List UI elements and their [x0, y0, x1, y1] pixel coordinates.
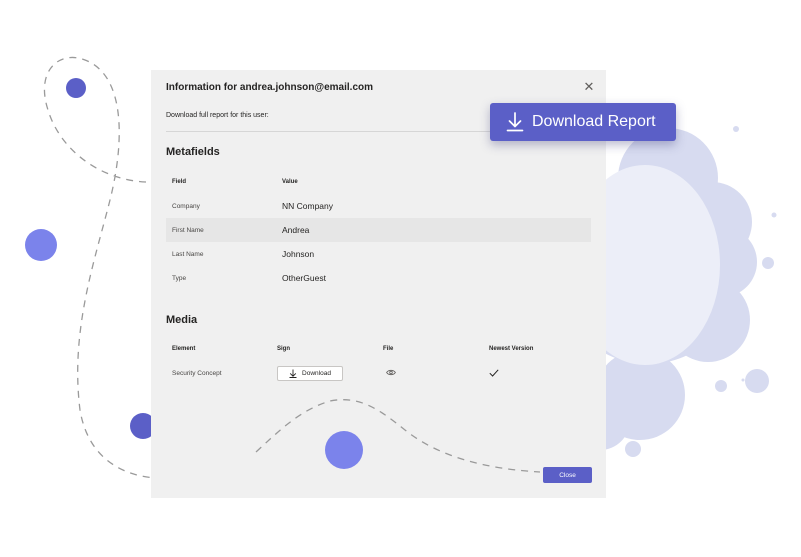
field-value: Andrea: [282, 225, 310, 235]
table-row: First Name Andrea: [166, 218, 591, 242]
bubble: [625, 441, 641, 457]
table-row: Last Name Johnson: [166, 242, 591, 266]
download-report-button[interactable]: Download Report: [490, 103, 676, 141]
dot: [25, 229, 57, 261]
sign-download-label: Download: [302, 370, 331, 377]
bubble: [745, 369, 769, 393]
table-row: Company NN Company: [166, 194, 591, 218]
field-label: Company: [172, 203, 200, 210]
field-label: First Name: [172, 227, 204, 234]
table-row: Type OtherGuest: [166, 266, 591, 290]
field-value: Johnson: [282, 249, 315, 259]
bubble: [741, 378, 745, 382]
field-label: Last Name: [172, 251, 204, 258]
col-header-newest-version: Newest Version: [489, 346, 534, 352]
field-label: Type: [172, 275, 187, 282]
checkmark-icon: [489, 369, 499, 377]
bubble: [715, 380, 727, 392]
sign-download-button[interactable]: Download: [277, 366, 343, 381]
eye-icon[interactable]: [386, 369, 396, 376]
dot: [66, 78, 86, 98]
col-header-file: File: [383, 346, 394, 352]
col-header-sign: Sign: [277, 346, 290, 352]
bubble: [733, 126, 739, 132]
bubble: [762, 257, 774, 269]
col-header-field: Field: [172, 179, 187, 185]
metafields-title: Metafields: [166, 146, 220, 158]
download-report-label: Download Report: [532, 113, 656, 130]
bubble: [771, 212, 777, 218]
media-element-name: Security Concept: [172, 370, 222, 377]
dialog-title: Information for andrea.johnson@email.com: [166, 82, 374, 93]
field-value: OtherGuest: [282, 273, 326, 283]
dialog-subtitle: Download full report for this user:: [166, 112, 269, 119]
download-icon: [289, 369, 297, 378]
media-title: Media: [166, 314, 198, 326]
col-header-element: Element: [172, 346, 196, 352]
close-icon[interactable]: ✕: [583, 80, 595, 93]
field-value: NN Company: [282, 201, 334, 211]
col-header-value: Value: [282, 179, 298, 185]
download-icon: [506, 112, 524, 132]
close-button[interactable]: Close: [543, 467, 592, 483]
